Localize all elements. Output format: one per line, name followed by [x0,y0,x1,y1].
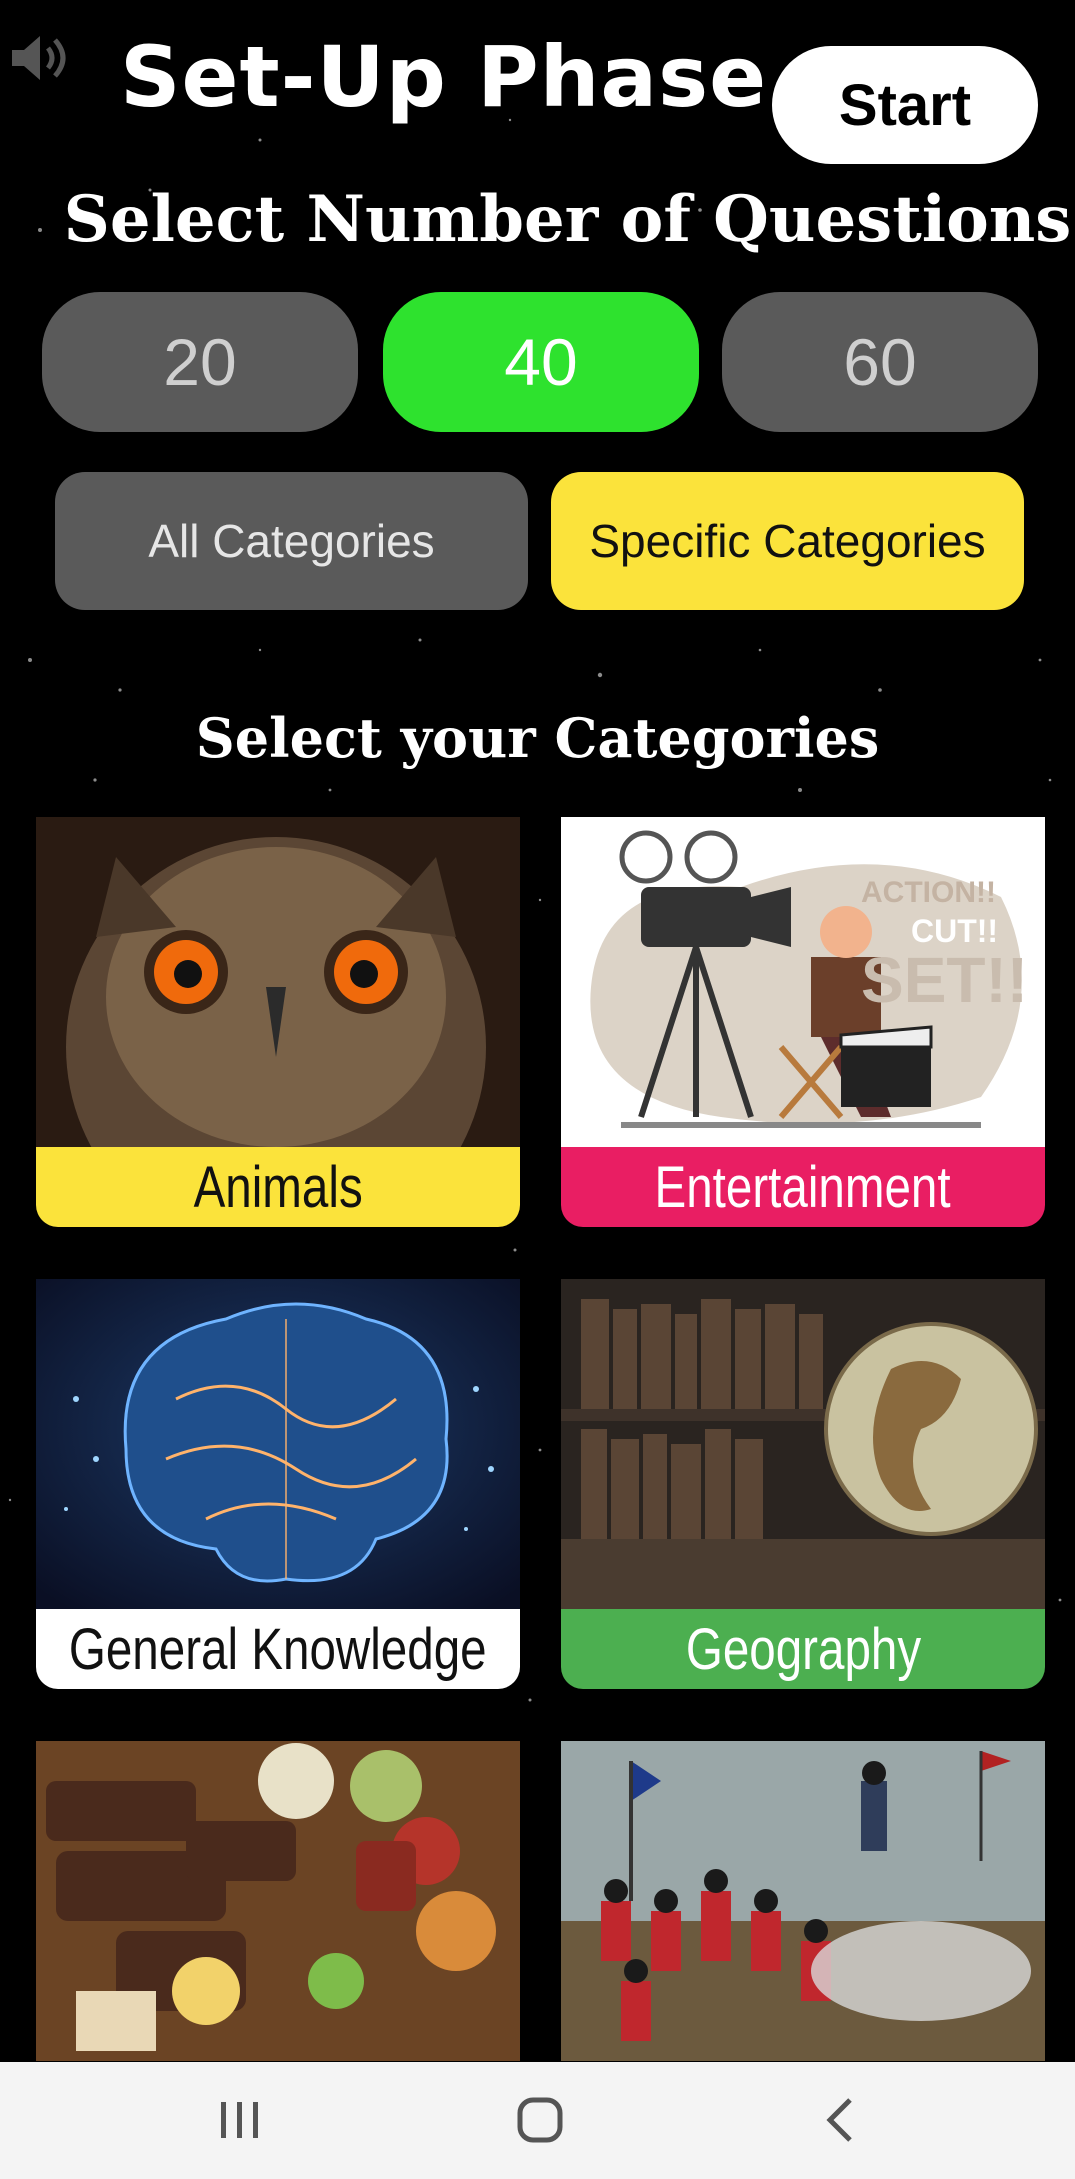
category-card-animals[interactable]: Animals [36,817,520,1227]
category-card-history[interactable] [561,1741,1045,2061]
system-navigation-bar [0,2062,1075,2179]
question-count-40-button[interactable]: 40 [383,292,699,432]
questions-heading: Select Number of Questions [63,182,1072,257]
back-icon[interactable] [800,2090,880,2150]
category-label-text: Entertainment [654,1154,952,1220]
category-card-food[interactable] [36,1741,520,2061]
all-categories-button[interactable]: All Categories [55,472,528,610]
category-label-text: Geography [685,1616,921,1682]
category-card-general-knowledge[interactable]: General Knowledge [36,1279,520,1689]
recent-apps-icon[interactable] [200,2090,280,2150]
svg-text:ACTION!!: ACTION!! [861,876,996,909]
speaker-icon[interactable] [8,30,72,86]
globe-bookshelf-image [561,1279,1045,1609]
glowing-brain-image [36,1279,520,1609]
category-label: Geography [561,1609,1045,1689]
owl-image [36,817,520,1147]
category-card-entertainment[interactable]: ACTION!! CUT!! SET!! Entertainment [561,817,1045,1227]
category-label-text: General Knowledge [69,1616,487,1682]
bbq-platter-image [36,1741,520,2061]
category-label: General Knowledge [36,1609,520,1689]
category-label: Animals [36,1147,520,1227]
category-card-geography[interactable]: Geography [561,1279,1045,1689]
start-button[interactable]: Start [772,46,1038,164]
categories-heading: Select your Categories [195,706,880,770]
question-count-60-button[interactable]: 60 [722,292,1038,432]
page-title: Set-Up Phase [120,28,768,126]
question-count-20-button[interactable]: 20 [42,292,358,432]
category-label: Entertainment [561,1147,1045,1227]
battle-painting-image [561,1741,1045,2061]
specific-categories-button[interactable]: Specific Categories [551,472,1024,610]
svg-text:SET!!: SET!! [861,944,1028,1016]
film-director-image: ACTION!! CUT!! SET!! [561,817,1045,1147]
category-label-text: Animals [193,1154,363,1220]
home-icon[interactable] [500,2090,580,2150]
